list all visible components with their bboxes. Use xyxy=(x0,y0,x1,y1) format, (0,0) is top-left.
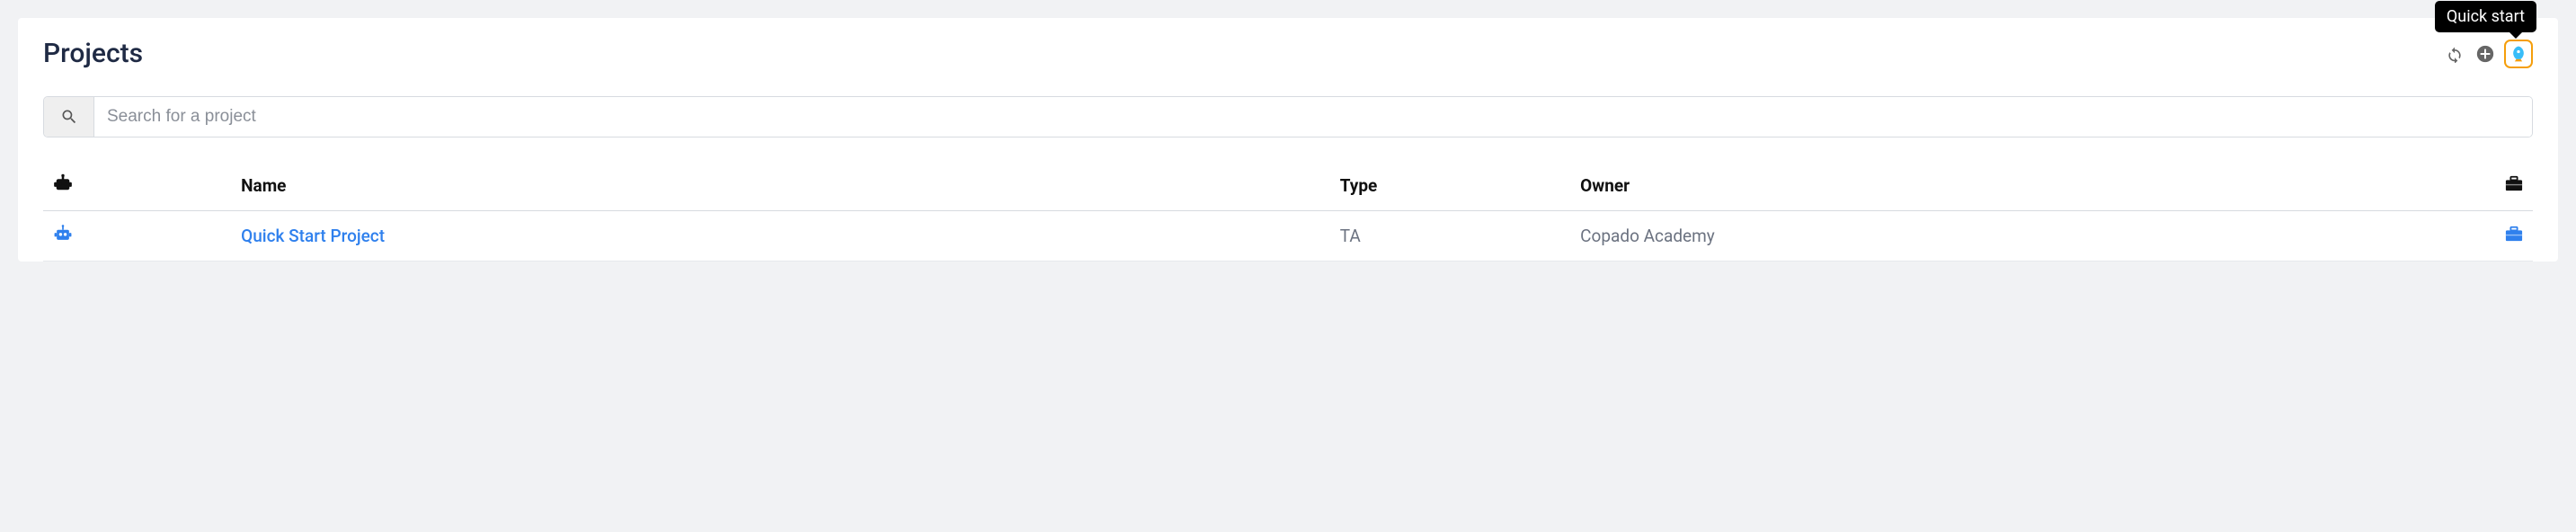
quick-start-tooltip: Quick start xyxy=(2435,1,2536,32)
cell-type: TA xyxy=(1331,211,1571,262)
search-bar xyxy=(43,96,2533,137)
column-header-icon xyxy=(43,161,232,211)
cell-icon xyxy=(43,211,232,262)
projects-panel: Projects Quick start xyxy=(18,18,2558,262)
refresh-button[interactable] xyxy=(2443,42,2466,66)
robot-icon xyxy=(52,173,74,193)
briefcase-icon[interactable] xyxy=(2504,225,2524,243)
rocket-icon xyxy=(2509,45,2527,63)
briefcase-icon xyxy=(2504,174,2524,192)
column-header-name[interactable]: Name xyxy=(232,161,1331,211)
header-row: Projects Quick start xyxy=(43,38,2533,69)
search-icon xyxy=(44,97,94,137)
quick-start-button[interactable]: Quick start xyxy=(2504,40,2533,68)
table-row[interactable]: Quick Start Project TA Copado Academy xyxy=(43,211,2533,262)
cell-action xyxy=(2429,211,2533,262)
table-header-row: Name Type Owner xyxy=(43,161,2533,211)
add-button[interactable] xyxy=(2474,42,2497,66)
column-header-type[interactable]: Type xyxy=(1331,161,1571,211)
project-name-link[interactable]: Quick Start Project xyxy=(232,211,1331,262)
search-input[interactable] xyxy=(94,97,2532,137)
cell-owner: Copado Academy xyxy=(1571,211,2429,262)
column-header-owner[interactable]: Owner xyxy=(1571,161,2429,211)
projects-table: Name Type Owner Quick Start Project TA xyxy=(43,161,2533,262)
robot-icon xyxy=(52,224,74,244)
header-actions: Quick start xyxy=(2443,40,2533,68)
column-header-action xyxy=(2429,161,2533,211)
page-title: Projects xyxy=(43,38,143,69)
